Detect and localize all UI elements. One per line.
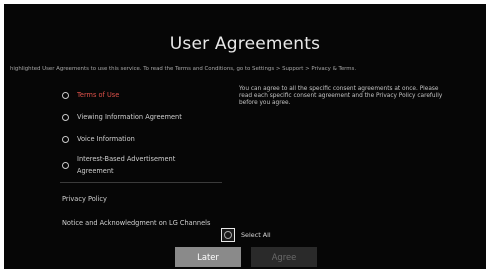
radio-icon: [62, 135, 69, 143]
consent-description: You can agree to all the specific consen…: [239, 86, 443, 107]
notice-text: highlighted User Agreements to use this …: [10, 66, 357, 72]
radio-icon: [62, 91, 69, 99]
select-all-checkbox[interactable]: Select All: [221, 228, 271, 242]
agree-button[interactable]: Agree: [251, 247, 317, 267]
agreement-item-terms-of-use[interactable]: Terms of Use: [60, 84, 223, 106]
agreement-item-voice-information[interactable]: Voice Information: [60, 128, 223, 150]
radio-icon: [62, 161, 69, 169]
agreement-label: Terms of Use: [77, 91, 120, 99]
agreement-list: Terms of Use Viewing Information Agreeme…: [60, 84, 223, 233]
later-button[interactable]: Later: [175, 247, 241, 267]
privacy-policy-link[interactable]: Privacy Policy: [60, 189, 223, 209]
agreement-item-viewing-information[interactable]: Viewing Information Agreement: [60, 106, 223, 128]
radio-icon: [62, 113, 69, 121]
checkbox-icon: [221, 228, 235, 242]
list-divider: [60, 182, 222, 183]
lg-channels-notice-link[interactable]: Notice and Acknowledgment on LG Channels: [60, 215, 223, 233]
page-title: User Agreements: [169, 34, 321, 54]
agreement-item-interest-based-advertisement[interactable]: Interest-Based Advertisement Agreement: [60, 150, 223, 180]
checkbox-focus-ring-icon: [224, 231, 232, 239]
agreements-screen: User Agreements highlighted User Agreeme…: [4, 4, 486, 269]
agreement-label: Interest-Based Advertisement Agreement: [77, 155, 176, 175]
agreement-label: Voice Information: [77, 135, 135, 143]
agreement-label: Viewing Information Agreement: [77, 113, 182, 121]
select-all-label: Select All: [241, 231, 271, 239]
